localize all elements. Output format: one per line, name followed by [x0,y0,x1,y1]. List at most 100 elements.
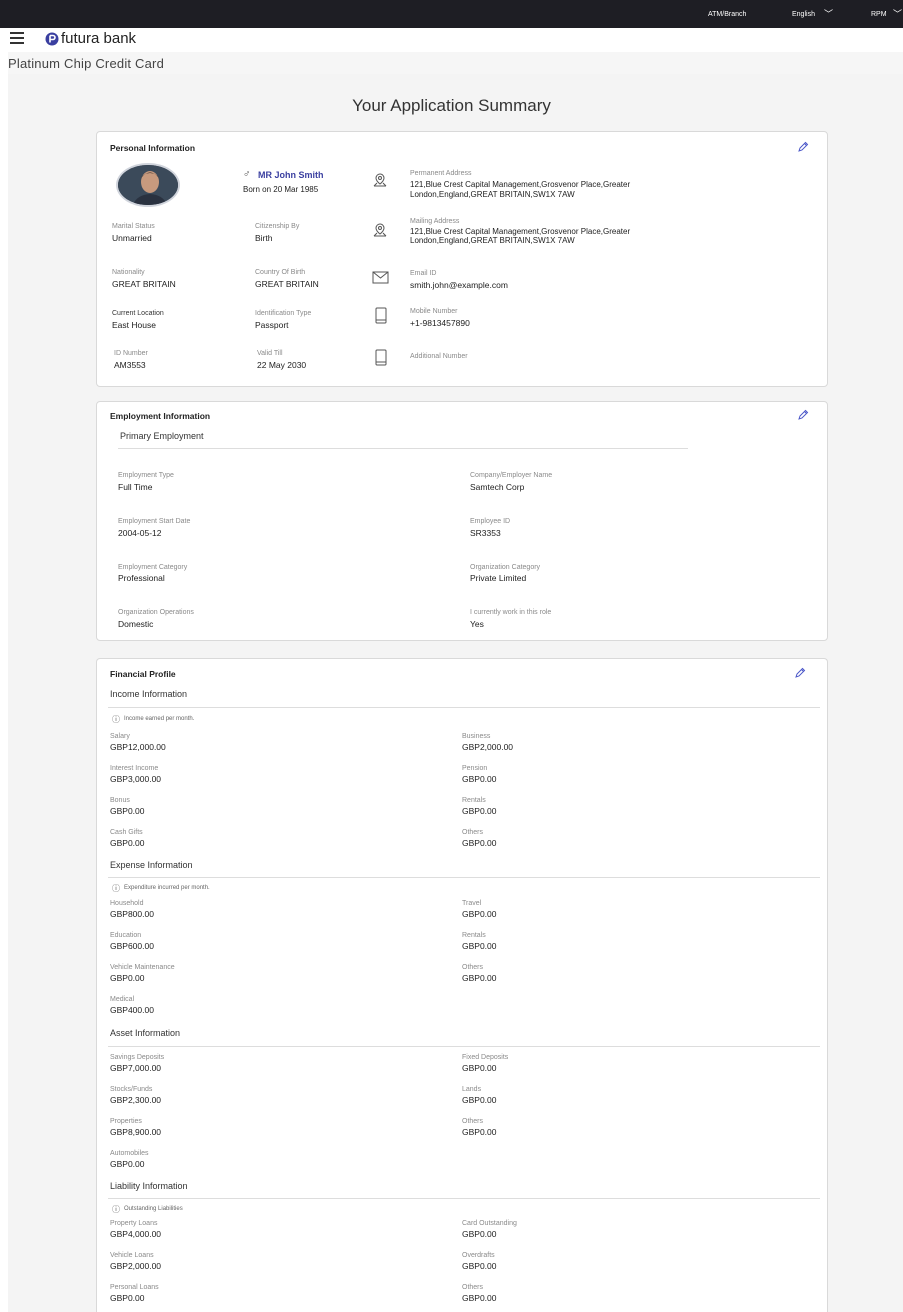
automobiles-value: GBP0.00 [110,1159,145,1169]
salary-value: GBP12,000.00 [110,742,166,752]
mobile-number-value: +1-9813457890 [410,318,470,328]
citizenship-value: Birth [255,233,273,243]
avatar [116,163,180,207]
pension-label: Pension [462,765,488,772]
nationality-value: GREAT BRITAIN [112,279,176,289]
liability-heading: Liability Information [110,1181,188,1191]
expense-heading: Expense Information [110,860,193,870]
fixed-deposits-label: Fixed Deposits [462,1054,509,1061]
property-loans-value: GBP4,000.00 [110,1229,162,1239]
lands-label: Lands [462,1086,482,1093]
current-role-label: I currently work in this role [470,609,552,616]
mailing-address-label: Mailing Address [410,218,460,225]
household-label: Household [110,900,144,907]
income-note: Income earned per month. [124,716,195,722]
applicant-name: MR John Smith [258,170,324,180]
savings-deposits-label: Savings Deposits [110,1054,165,1061]
male-icon: ♂ [243,169,251,180]
permanent-address-line1: 121,Blue Crest Capital Management,Grosve… [410,180,631,189]
asset-others-value: GBP0.00 [462,1127,497,1137]
current-location-value: East House [112,320,156,330]
salary-label: Salary [110,733,130,740]
caret-down-icon[interactable]: ﹀ [824,7,833,20]
user-menu[interactable]: RPM [871,11,887,18]
pension-value: GBP0.00 [462,774,497,784]
card-title: Personal Information [110,143,196,153]
language-select[interactable]: English [792,11,815,18]
expense-others-label: Others [462,964,484,971]
mobile-number-label: Mobile Number [410,308,458,315]
overdrafts-label: Overdrafts [462,1252,495,1259]
liability-note: Outstanding Liabilities [124,1206,183,1212]
liability-others-label: Others [462,1284,484,1291]
email-value: smith.john@example.com [410,280,508,290]
household-value: GBP800.00 [110,909,154,919]
divider [108,1198,820,1199]
identification-type-value: Passport [255,320,289,330]
mailing-address-line1: 121,Blue Crest Capital Management,Grosve… [410,227,631,236]
country-of-birth-value: GREAT BRITAIN [255,279,319,289]
expense-rentals-label: Rentals [462,932,486,939]
savings-deposits-value: GBP7,000.00 [110,1063,162,1073]
overdrafts-value: GBP0.00 [462,1261,497,1271]
asset-heading: Asset Information [110,1028,181,1038]
menu-icon[interactable] [10,32,24,47]
organization-category-label: Organization Category [470,564,541,571]
vehicle-loans-label: Vehicle Loans [110,1252,154,1259]
properties-label: Properties [110,1118,142,1125]
valid-till-label: Valid Till [257,350,283,357]
caret-down-icon[interactable]: ﹀ [893,7,902,20]
organization-category-value: Private Limited [470,573,527,583]
employee-id-value: SR3353 [470,528,501,538]
id-number-label: ID Number [114,350,148,357]
edit-icon[interactable] [794,667,806,679]
divider [108,707,820,708]
business-value: GBP2,000.00 [462,742,514,752]
stocks-funds-value: GBP2,300.00 [110,1095,162,1105]
nationality-label: Nationality [112,269,145,276]
others-value: GBP0.00 [462,838,497,848]
citizenship-label: Citizenship By [255,223,300,230]
bonus-value: GBP0.00 [110,806,145,816]
lands-value: GBP0.00 [462,1095,497,1105]
organization-operations-value: Domestic [118,619,154,629]
edit-icon[interactable] [797,409,809,421]
page-title: Your Application Summary [352,96,551,115]
cash-gifts-value: GBP0.00 [110,838,145,848]
bonus-label: Bonus [110,797,130,804]
business-label: Business [462,733,491,740]
organization-operations-label: Organization Operations [118,609,194,616]
expense-others-value: GBP0.00 [462,973,497,983]
primary-employment-heading: Primary Employment [120,431,204,441]
card-outstanding-label: Card Outstanding [462,1220,517,1227]
company-name-label: Company/Employer Name [470,472,553,479]
divider [118,448,688,449]
birth-date: Born on 20 Mar 1985 [243,185,319,194]
start-date-value: 2004-05-12 [118,528,162,538]
permanent-address-line2: London,England,GREAT BRITAIN,SW1X 7AW [410,190,575,199]
card-outstanding-value: GBP0.00 [462,1229,497,1239]
expense-note: Expenditure incurred per month. [124,885,210,891]
personal-loans-label: Personal Loans [110,1284,159,1291]
employee-id-label: Employee ID [470,518,511,525]
employment-type-value: Full Time [118,482,153,492]
top-bar: ATM/Branch English ﹀ RPM ﹀ [0,0,903,28]
info-icon: ⓘ [112,1205,120,1214]
valid-till-value: 22 May 2030 [257,360,307,370]
current-location-label: Current Location [112,310,164,317]
rentals-label: Rentals [462,797,486,804]
edit-icon[interactable] [797,141,809,153]
employment-type-label: Employment Type [118,472,174,479]
atm-branch-link[interactable]: ATM/Branch [708,11,746,18]
liability-others-value: GBP0.00 [462,1293,497,1303]
property-loans-label: Property Loans [110,1220,158,1227]
vehicle-maintenance-value: GBP0.00 [110,973,145,983]
employment-category-label: Employment Category [118,564,188,571]
divider [108,1046,820,1047]
medical-label: Medical [110,996,135,1003]
income-heading: Income Information [110,689,188,699]
others-label: Others [462,829,484,836]
logo-icon [45,32,59,46]
start-date-label: Employment Start Date [118,518,191,525]
brand-name[interactable]: futura bank [61,30,136,47]
